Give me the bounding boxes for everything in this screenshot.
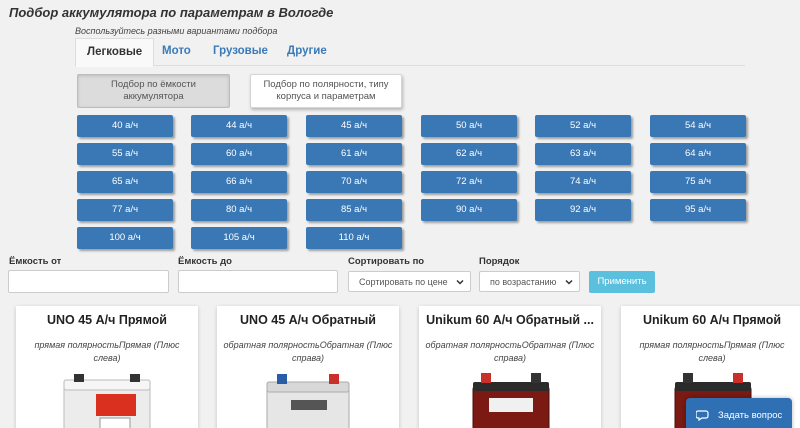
product-title[interactable]: Unikum 60 А/ч Прямой: [621, 313, 800, 327]
capacity-button[interactable]: 74 а/ч: [535, 171, 631, 193]
capacity-button[interactable]: 77 а/ч: [77, 199, 173, 221]
product-title[interactable]: Unikum 60 А/ч Обратный ...: [419, 313, 601, 327]
ask-question-button[interactable]: Задать вопрос: [686, 398, 792, 428]
order-select[interactable]: по возрастанию: [479, 271, 580, 292]
capacity-button[interactable]: 64 а/ч: [650, 143, 746, 165]
mode-capacity-button[interactable]: Подбор по ёмкости аккумулятора: [77, 74, 230, 108]
capacity-to-input[interactable]: [178, 270, 338, 293]
capacity-button[interactable]: 45 а/ч: [306, 115, 402, 137]
capacity-button[interactable]: 61 а/ч: [306, 143, 402, 165]
capacity-button[interactable]: 52 а/ч: [535, 115, 631, 137]
battery-image[interactable]: [459, 370, 563, 428]
tab-moto[interactable]: Мото: [151, 38, 202, 66]
capacity-button[interactable]: 100 а/ч: [77, 227, 173, 249]
apply-button[interactable]: Применить: [589, 271, 655, 293]
page-subtitle: Воспользуйтесь разными вариантами подбор…: [75, 26, 278, 36]
capacity-button[interactable]: 110 а/ч: [306, 227, 402, 249]
product-card[interactable]: Unikum 60 А/ч Обратный ... обратная поля…: [419, 306, 601, 428]
capacity-from-label: Ёмкость от: [9, 256, 62, 267]
capacity-button[interactable]: 70 а/ч: [306, 171, 402, 193]
sort-select[interactable]: Сортировать по цене: [348, 271, 471, 292]
capacity-button[interactable]: 90 а/ч: [421, 199, 517, 221]
product-title[interactable]: UNO 45 А/ч Прямой: [16, 313, 198, 327]
product-polarity: обратная полярностьОбратная (Плюс справа…: [223, 340, 393, 363]
capacity-button[interactable]: 95 а/ч: [650, 199, 746, 221]
mode-polarity-button[interactable]: Подбор по полярности, типу корпуса и пар…: [250, 74, 402, 108]
product-polarity: прямая полярностьПрямая (Плюс слева): [639, 340, 785, 363]
ask-question-label: Задать вопрос: [718, 409, 783, 421]
product-polarity: обратная полярностьОбратная (Плюс справа…: [425, 340, 595, 363]
capacity-button[interactable]: 80 а/ч: [191, 199, 287, 221]
capacity-to-label: Ёмкость до: [178, 256, 232, 267]
capacity-button[interactable]: 44 а/ч: [191, 115, 287, 137]
capacity-button[interactable]: 66 а/ч: [191, 171, 287, 193]
capacity-button[interactable]: 40 а/ч: [77, 115, 173, 137]
tab-other[interactable]: Другие: [276, 38, 338, 66]
order-select-value: по возрастанию: [490, 276, 557, 287]
product-card[interactable]: UNO 45 А/ч Обратный обратная полярностьО…: [217, 306, 399, 428]
page-title: Подбор аккумулятора по параметрам в Воло…: [9, 5, 334, 20]
capacity-button[interactable]: 105 а/ч: [191, 227, 287, 249]
capacity-button[interactable]: 65 а/ч: [77, 171, 173, 193]
capacity-button[interactable]: 92 а/ч: [535, 199, 631, 221]
capacity-button[interactable]: 62 а/ч: [421, 143, 517, 165]
product-polarity: прямая полярностьПрямая (Плюс слева): [34, 340, 180, 363]
capacity-button[interactable]: 50 а/ч: [421, 115, 517, 137]
battery-image[interactable]: [257, 370, 361, 428]
product-card[interactable]: UNO 45 А/ч Прямой прямая полярностьПряма…: [16, 306, 198, 428]
capacity-button[interactable]: 75 а/ч: [650, 171, 746, 193]
battery-image[interactable]: [56, 370, 160, 428]
category-tabs: Легковые Мото Грузовые Другие: [75, 38, 745, 67]
capacity-button[interactable]: 60 а/ч: [191, 143, 287, 165]
tab-trucks[interactable]: Грузовые: [202, 38, 279, 66]
tab-cars[interactable]: Легковые: [75, 38, 155, 67]
product-title[interactable]: UNO 45 А/ч Обратный: [217, 313, 399, 327]
capacity-button[interactable]: 72 а/ч: [421, 171, 517, 193]
capacity-button[interactable]: 63 а/ч: [535, 143, 631, 165]
sort-label: Сортировать по: [348, 256, 425, 267]
chevron-down-icon: [565, 279, 573, 285]
sort-select-value: Сортировать по цене: [359, 276, 448, 287]
capacity-button[interactable]: 54 а/ч: [650, 115, 746, 137]
capacity-from-input[interactable]: [8, 270, 169, 293]
chat-bubble-icon: [696, 410, 709, 422]
order-label: Порядок: [479, 256, 520, 267]
capacity-button[interactable]: 55 а/ч: [77, 143, 173, 165]
capacity-button[interactable]: 85 а/ч: [306, 199, 402, 221]
chevron-down-icon: [456, 279, 464, 285]
